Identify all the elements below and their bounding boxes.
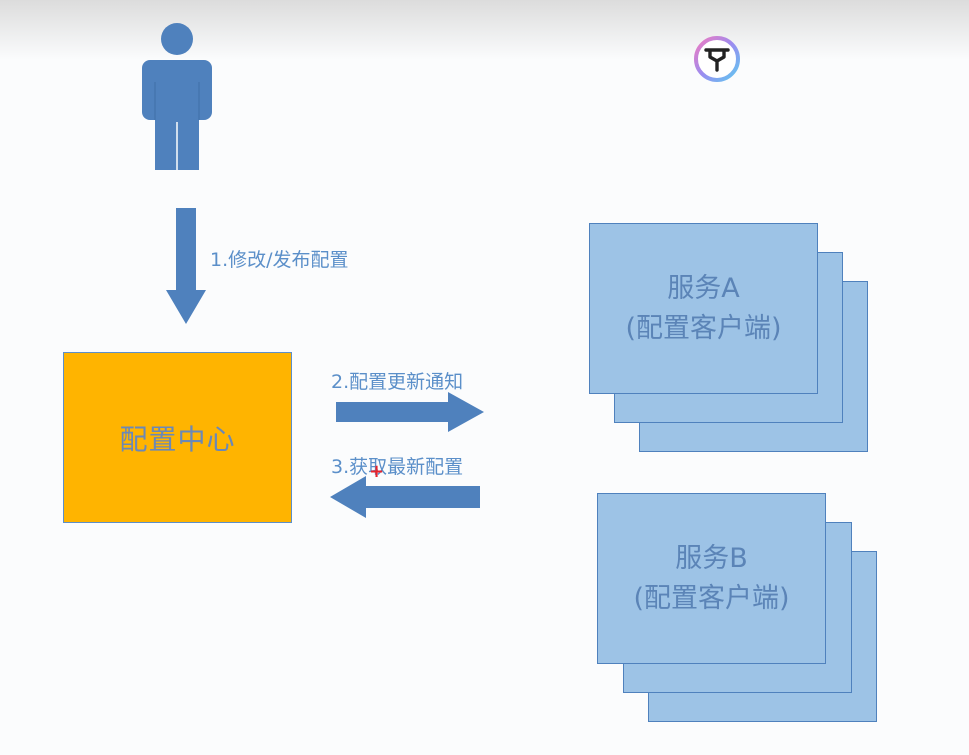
service-a-card: 服务A (配置客户端) xyxy=(589,223,818,394)
config-center-box: 配置中心 xyxy=(63,352,292,523)
logo-icon xyxy=(694,36,740,82)
step1-label: 1.修改/发布配置 xyxy=(210,249,349,271)
down-arrow-icon xyxy=(166,208,206,324)
step3-label: 3.获取最新配置 xyxy=(331,456,464,478)
service-b-card: 服务B (配置客户端) xyxy=(597,493,826,664)
service-b-role: (配置客户端) xyxy=(633,582,790,614)
service-b-name: 服务B xyxy=(675,542,748,574)
left-arrow-icon xyxy=(330,476,480,518)
step2-label: 2.配置更新通知 xyxy=(331,371,464,393)
service-a-name: 服务A xyxy=(667,272,740,304)
person-icon xyxy=(142,23,212,170)
cursor-crosshair-icon: + xyxy=(369,461,385,482)
config-center-label: 配置中心 xyxy=(119,422,236,456)
right-arrow-icon xyxy=(336,392,484,432)
service-a-role: (配置客户端) xyxy=(625,312,782,344)
